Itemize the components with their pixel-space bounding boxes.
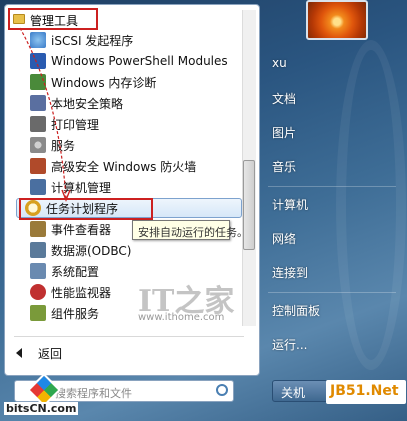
program-label: 事件查看器 [51,222,112,237]
program-item[interactable]: Windows PowerShell Modules [30,51,244,71]
program-label: 计算机管理 [51,180,112,195]
back-button[interactable]: 返回 [16,344,96,362]
program-label: iSCSI 发起程序 [51,33,134,48]
program-label: 打印管理 [51,117,100,132]
program-label: Windows 内存诊断 [51,75,157,90]
right-item-run[interactable]: 运行... [272,336,392,354]
divider [14,336,244,337]
folder-icon [13,14,25,24]
right-item-network[interactable]: 网络 [272,230,392,248]
program-label: 性能监视器 [51,285,112,300]
printer-icon [30,116,46,132]
back-label: 返回 [38,346,63,361]
bitscn-label: bitsCN.com [4,402,79,415]
right-item-connect-to[interactable]: 连接到 [272,264,392,282]
watermark-url: www.ithome.com [138,312,225,323]
program-item[interactable]: iSCSI 发起程序 [30,30,244,50]
program-label: 数据源(ODBC) [51,243,132,258]
gear-icon [30,137,46,153]
right-separator [268,292,396,293]
program-label: 高级安全 Windows 防火墙 [51,159,197,174]
powershell-icon [30,53,46,69]
highlight-box [19,198,153,220]
firewall-icon [30,158,46,174]
program-item[interactable]: 数据源(ODBC) [30,240,244,260]
program-item-task-scheduler[interactable]: 任务计划程序 [16,198,242,220]
system-config-icon [30,263,46,279]
right-item-computer[interactable]: 计算机 [272,196,392,214]
event-viewer-icon [30,221,46,237]
program-item[interactable]: 本地安全策略 [30,93,244,113]
right-separator [268,186,396,187]
program-item[interactable]: 计算机管理 [30,177,244,197]
right-item-user[interactable]: xu [272,56,392,74]
performance-icon [30,284,46,300]
right-item-control-panel[interactable]: 控制面板 [272,302,392,320]
program-label: 服务 [51,138,76,153]
scrollbar-thumb[interactable] [243,160,255,250]
security-policy-icon [30,95,46,111]
component-services-icon [30,305,46,321]
jb51-watermark: JB51.Net [326,380,406,404]
program-label: 本地安全策略 [51,96,124,111]
ithome-watermark: IT之家 www.ithome.com [138,276,238,326]
program-item[interactable]: 高级安全 Windows 防火墙 [30,156,244,176]
right-item-documents[interactable]: 文档 [272,90,392,108]
program-label: 系统配置 [51,264,100,279]
program-item[interactable]: Windows 内存诊断 [30,72,244,92]
program-label: 组件服务 [51,306,100,321]
user-avatar[interactable] [306,0,368,40]
search-icon[interactable] [216,384,228,396]
database-icon [30,242,46,258]
memory-chip-icon [30,74,46,90]
folder-label: 管理工具 [30,14,79,28]
folder-admin-tools[interactable]: 管理工具 [8,8,98,30]
bitscn-watermark: bitsCN.com [2,373,92,420]
computer-management-icon [30,179,46,195]
right-item-pictures[interactable]: 图片 [272,124,392,142]
program-label: Windows PowerShell Modules [51,54,228,68]
globe-icon [30,32,46,48]
program-item[interactable]: 打印管理 [30,114,244,134]
shutdown-button[interactable]: 关机 [272,380,328,402]
tooltip: 安排自动运行的任务。 [132,220,248,240]
right-item-music[interactable]: 音乐 [272,158,392,176]
program-item[interactable]: 服务 [30,135,244,155]
back-arrow-icon [16,348,22,358]
